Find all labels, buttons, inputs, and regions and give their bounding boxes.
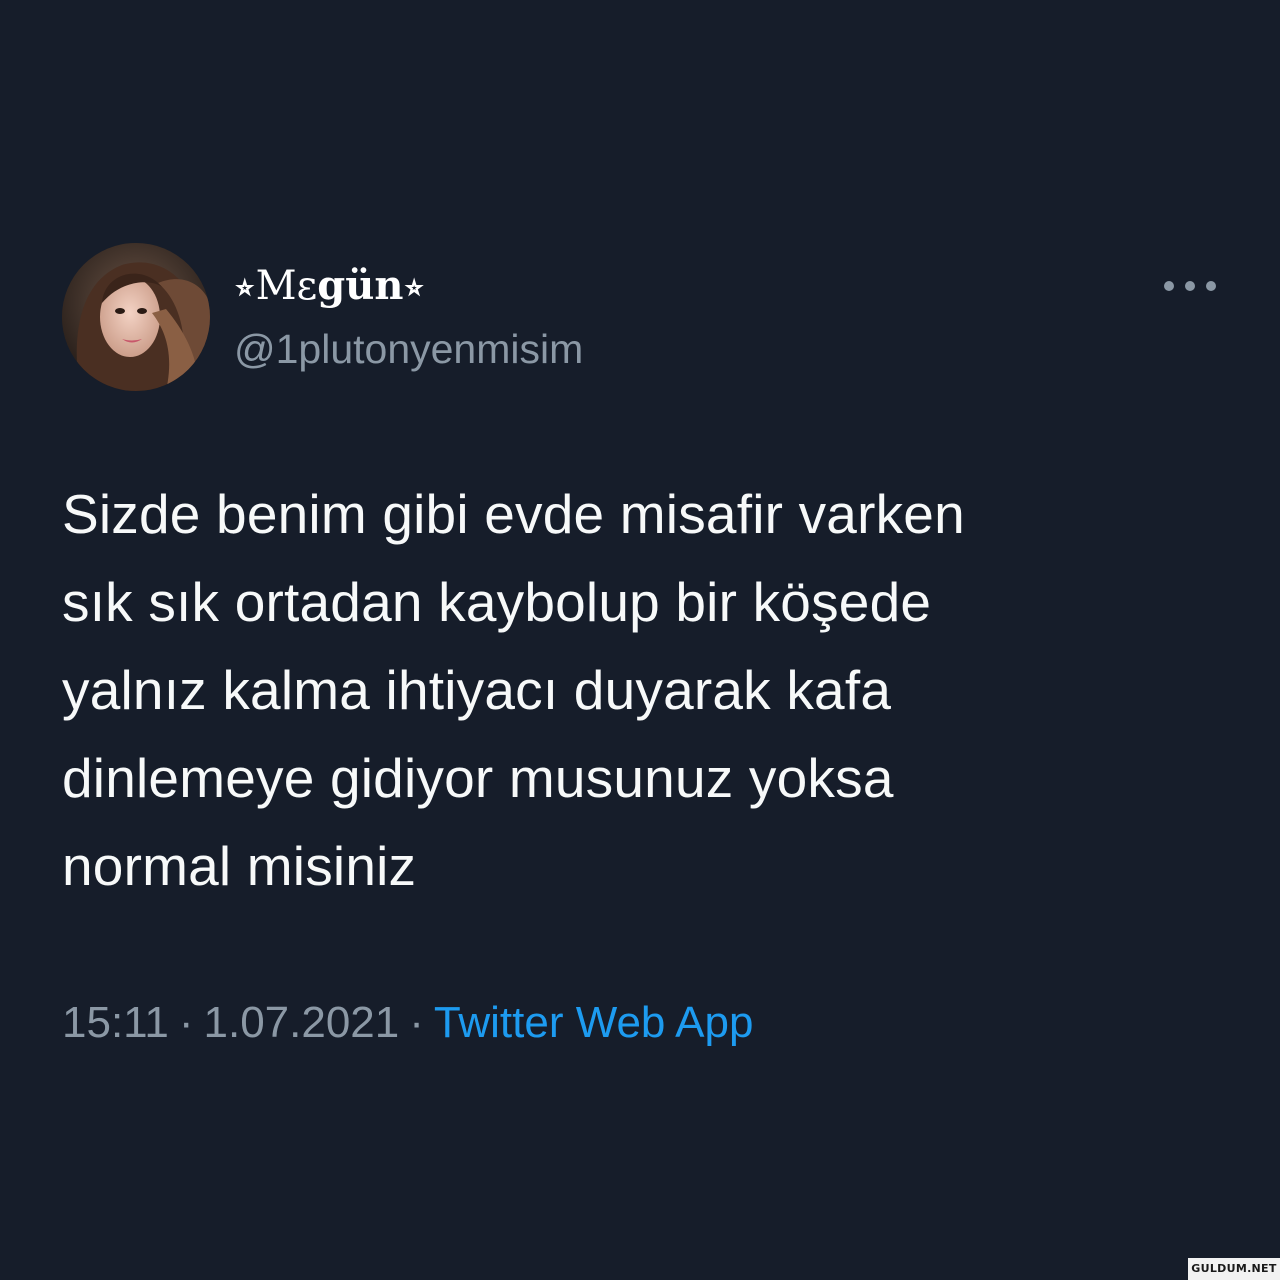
tweet-text-line: yalnız kalma ihtiyacı duyarak kafa [62,659,892,721]
meta-separator: · [178,998,194,1047]
watermark: GULDUM.NET [1188,1258,1280,1280]
meta-separator: · [409,998,424,1047]
tweet-text-line: dinlemeye gidiyor musunuz yoksa [62,747,894,809]
more-options-button[interactable] [1164,268,1216,304]
more-horizontal-icon-dot [1164,281,1174,291]
tweet-date[interactable]: 1.07.2021 [204,998,400,1047]
tweet-text-line: sık sık ortadan kaybolup bir köşede [62,571,932,633]
display-name[interactable]: ⭒Mɛgün⭒ [234,262,425,310]
tweet-source-link[interactable]: Twitter Web App [434,998,754,1047]
tweet-text-line: normal misiniz [62,835,417,897]
tweet-meta: 15:11 · 1.07.2021 · Twitter Web App [62,995,753,1051]
display-name-suffix: ⭒ [403,263,426,309]
more-horizontal-icon-dot [1185,281,1195,291]
avatar-photo [62,243,210,391]
tweet-time[interactable]: 15:11 [62,998,169,1047]
more-horizontal-icon-dot [1206,281,1216,291]
display-name-bold: gün [317,262,404,309]
display-name-prefix: ⭒Mɛ [234,263,318,309]
tweet-card: ⭒Mɛgün⭒ @1plutonyenmisim Sizde benim gib… [0,0,1280,1280]
tweet-text-line: Sizde benim gibi evde misafir varken [62,483,965,545]
avatar[interactable] [62,243,210,391]
user-handle[interactable]: @1plutonyenmisim [234,325,583,373]
tweet-text: Sizde benim gibi evde misafir varken sık… [62,470,1212,910]
